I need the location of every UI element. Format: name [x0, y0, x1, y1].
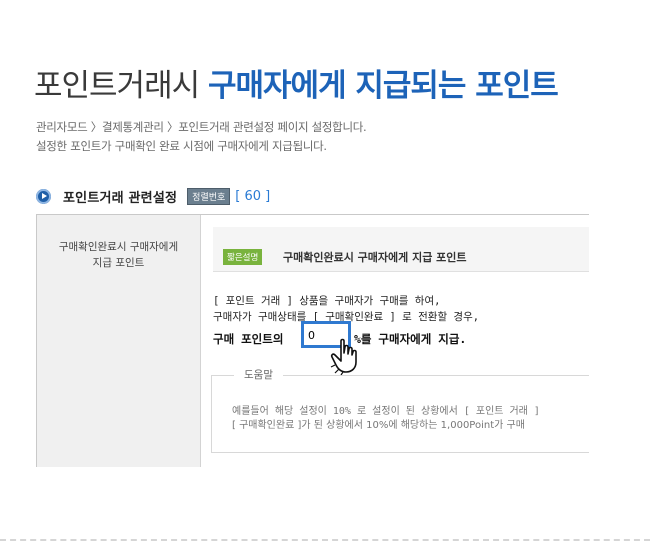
explanation-line1: [ 포인트 거래 ] 상품을 구매자가 구매를 하여, [213, 295, 441, 307]
page-title: 포인트거래시 구매자에게 지급되는 포인트 [34, 60, 559, 105]
field-label-line1: 구매확인완료시 구매자에게 [58, 241, 179, 253]
bottom-divider [0, 539, 650, 541]
short-description-bar: 짧은설명 구매확인완료시 구매자에게 지급 포인트 [213, 227, 589, 272]
help-text-line1: 예를들어 해당 설정이 10% 로 설정이 된 상황에서 [ 포인트 거래 ] [232, 406, 540, 417]
sort-order-number: [ 60 ] [235, 188, 271, 204]
field-label: 구매확인완료시 구매자에게 지급 포인트 [37, 239, 200, 271]
play-bullet-icon [36, 188, 51, 204]
explanation-line3-suffix: %를 구매자에게 지급. [354, 332, 467, 346]
field-content: 짧은설명 구매확인완료시 구매자에게 지급 포인트 [ 포인트 거래 ] 상품을… [211, 215, 589, 467]
section-heading: 포인트거래 관련설정 [63, 190, 178, 206]
help-legend: 도움말 [234, 367, 283, 382]
section-header: 포인트거래 관련설정 정렬번호 [ 60 ] [36, 186, 270, 206]
breadcrumb: 관리자모드 〉결제통계관리 〉포인트거래 관련설정 페이지 설정합니다. [36, 120, 367, 134]
sort-order-badge: 정렬번호 [187, 187, 231, 205]
point-percent-value: 0 [308, 329, 315, 342]
field-label-line2: 지급 포인트 [92, 257, 145, 269]
page-title-plain: 포인트거래시 [34, 68, 200, 104]
help-text-line2: [ 구매확인완료 ]가 된 상황에서 10%에 해당하는 1,000Point가… [232, 420, 525, 431]
explanation-line3-prefix: 구매 포인트의 [213, 332, 284, 346]
hand-cursor-icon [330, 338, 357, 376]
short-description-tag: 짧은설명 [223, 249, 263, 265]
page-title-accent: 구매자에게 지급되는 포인트 [207, 68, 559, 104]
short-description-text: 구매확인완료시 구매자에게 지급 포인트 [283, 251, 467, 264]
field-label-cell: 구매확인완료시 구매자에게 지급 포인트 [37, 215, 201, 467]
page-description: 설정한 포인트가 구매확인 완료 시점에 구매자에게 지급됩니다. [36, 139, 327, 153]
help-box: 도움말 예를들어 해당 설정이 10% 로 설정이 된 상황에서 [ 포인트 거… [211, 367, 589, 453]
settings-panel: 구매확인완료시 구매자에게 지급 포인트 짧은설명 구매확인완료시 구매자에게 … [36, 214, 589, 467]
